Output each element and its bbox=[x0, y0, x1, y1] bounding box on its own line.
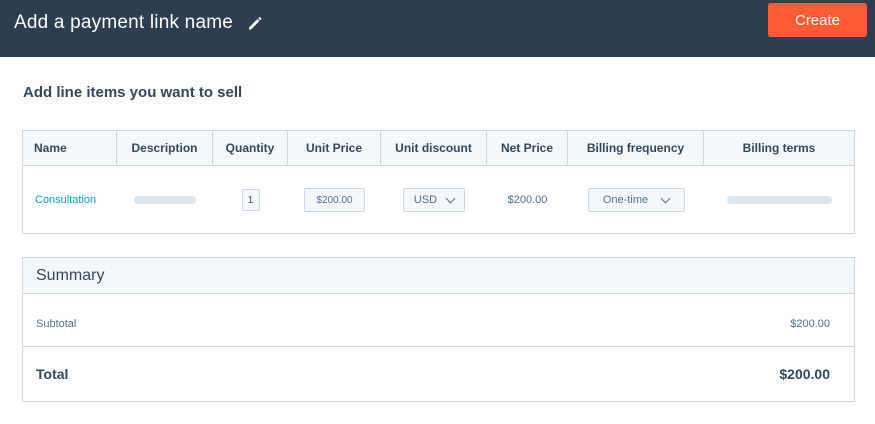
line-item-name-link[interactable]: Consultation bbox=[35, 194, 96, 206]
title-wrap[interactable]: Add a payment link name bbox=[14, 12, 263, 34]
summary-title: Summary bbox=[36, 267, 105, 284]
column-header-quantity: Quantity bbox=[213, 131, 288, 166]
net-price-cell: $200.00 bbox=[487, 167, 568, 233]
subtotal-label: Subtotal bbox=[36, 318, 77, 330]
column-header-name: Name bbox=[23, 131, 117, 166]
pencil-icon[interactable] bbox=[247, 15, 263, 31]
description-cell bbox=[117, 167, 213, 233]
total-value: $200.00 bbox=[779, 366, 830, 382]
top-bar: Add a payment link name Create bbox=[0, 0, 875, 57]
name-cell: Consultation bbox=[23, 167, 117, 233]
subtotal-row: Subtotal $200.00 bbox=[23, 295, 854, 347]
subtotal-value: $200.00 bbox=[790, 318, 830, 330]
summary-panel: Summary Subtotal $200.00 Total $200.00 bbox=[22, 257, 855, 402]
column-header-net-price: Net Price bbox=[487, 131, 568, 166]
column-header-billing-frequency: Billing frequency bbox=[568, 131, 704, 166]
section-heading: Add line items you want to sell bbox=[23, 84, 243, 101]
discount-currency-select[interactable]: USD bbox=[403, 188, 465, 212]
table-header: Name Description Quantity Unit Price Uni… bbox=[23, 131, 854, 166]
net-price-value: $200.00 bbox=[507, 194, 548, 206]
billing-frequency-value: One-time bbox=[602, 194, 649, 206]
total-row: Total $200.00 bbox=[23, 348, 854, 401]
column-header-unit-price: Unit Price bbox=[288, 131, 381, 166]
chevron-down-icon bbox=[660, 193, 671, 203]
line-items-table: Name Description Quantity Unit Price Uni… bbox=[22, 130, 855, 234]
billing-frequency-select[interactable]: One-time bbox=[587, 188, 685, 212]
billing-terms-placeholder bbox=[726, 196, 832, 204]
description-placeholder bbox=[134, 196, 196, 204]
summary-header: Summary bbox=[23, 258, 854, 294]
create-button[interactable]: Create bbox=[768, 3, 867, 37]
quantity-cell: 1 bbox=[213, 167, 288, 233]
column-header-billing-terms: Billing terms bbox=[742, 141, 816, 155]
column-header-description: Description bbox=[117, 131, 213, 166]
billing-terms-cell bbox=[704, 167, 854, 233]
unit-price-input[interactable]: $200.00 bbox=[304, 188, 365, 212]
column-header-unit-discount: Unit discount bbox=[381, 131, 487, 166]
unit-discount-cell: USD bbox=[381, 167, 487, 233]
payment-link-name-title[interactable]: Add a payment link name bbox=[14, 12, 233, 34]
table-row: Consultation 1 $200.00 USD $200.00 One-t… bbox=[23, 167, 854, 233]
discount-currency-value: USD bbox=[413, 194, 438, 206]
unit-price-cell: $200.00 bbox=[288, 167, 381, 233]
chevron-down-icon bbox=[445, 193, 456, 203]
quantity-input[interactable]: 1 bbox=[241, 189, 260, 211]
total-label: Total bbox=[36, 366, 69, 382]
billing-frequency-cell: One-time bbox=[568, 167, 704, 233]
